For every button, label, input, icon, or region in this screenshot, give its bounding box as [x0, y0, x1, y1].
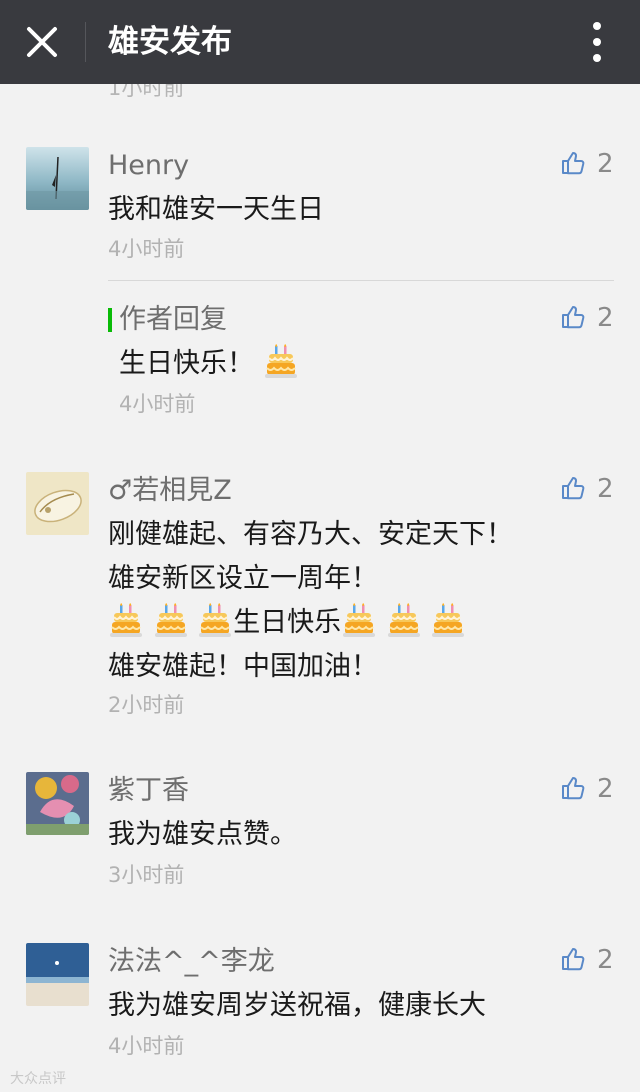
comment-text: 生日快乐 — [108, 601, 466, 645]
avatar[interactable] — [26, 147, 89, 210]
comment-time: 4小时前 — [108, 237, 185, 261]
more-vertical-icon — [593, 22, 601, 62]
birthday-cake-icon — [110, 603, 142, 637]
birthday-cake-icon — [387, 603, 420, 637]
top-bar: 雄安发布 — [0, 0, 640, 84]
avatar[interactable] — [26, 472, 89, 535]
birthday-cake-icon — [432, 603, 465, 637]
comment-text: 我为雄安周岁送祝福，健康长大 — [108, 990, 486, 1021]
comment-time: 2小时前 — [108, 693, 185, 717]
thumbs-up-icon — [562, 152, 585, 175]
like-count: 2 — [597, 474, 614, 504]
close-icon — [27, 27, 57, 57]
avatar-image — [26, 472, 89, 535]
avatar[interactable] — [26, 772, 89, 835]
thumbs-up-icon — [562, 306, 585, 329]
comment-nickname[interactable]: Henry — [108, 149, 189, 183]
avatar-image — [26, 147, 89, 210]
avatar-image — [26, 943, 89, 1006]
close-button[interactable] — [22, 22, 62, 62]
like-count: 2 — [597, 945, 614, 975]
comment-nickname[interactable]: ♂若相見Z — [108, 474, 232, 508]
comment-text: 雄安雄起！中国加油！ — [108, 651, 378, 682]
thumbs-up-icon — [562, 948, 585, 971]
birthday-cake-icon — [343, 603, 376, 637]
comment-time: 3小时前 — [108, 863, 185, 887]
thumbs-up-icon — [562, 477, 585, 500]
comment-text: 雄安新区设立一周年！ — [108, 563, 378, 594]
topbar-divider — [85, 22, 86, 62]
reply-label: 作者回复 — [119, 304, 227, 335]
divider — [108, 280, 614, 281]
birthday-cake-icon — [264, 344, 297, 378]
avatar-image — [26, 772, 89, 835]
comment-time: 4小时前 — [108, 1034, 185, 1058]
comment-text: 刚健雄起、有容乃大、安定天下！ — [108, 519, 513, 550]
comment-text: 我为雄安点赞。 — [108, 819, 297, 850]
watermark: 大众点评 — [10, 1071, 66, 1087]
birthday-cake-icon — [154, 603, 187, 637]
reply-text: 生日快乐！ — [119, 342, 299, 386]
like-count: 2 — [597, 303, 614, 333]
avatar[interactable] — [26, 943, 89, 1006]
birthday-cake-icon — [199, 603, 232, 637]
like-count: 2 — [597, 774, 614, 804]
reply-time: 4小时前 — [119, 392, 196, 416]
reply-marker — [108, 308, 112, 332]
comment-nickname[interactable]: 紫丁香 — [108, 774, 189, 808]
comment-text: 我和雄安一天生日 — [108, 194, 324, 225]
thumbs-up-icon — [562, 777, 585, 800]
more-button[interactable] — [582, 20, 612, 64]
reply-text-content: 生日快乐！ — [119, 348, 254, 379]
like-count: 2 — [597, 149, 614, 179]
comment-text-content: 生日快乐 — [233, 607, 342, 638]
page-title: 雄安发布 — [108, 24, 232, 60]
comment-nickname[interactable]: 法法^_^李龙 — [108, 945, 275, 979]
